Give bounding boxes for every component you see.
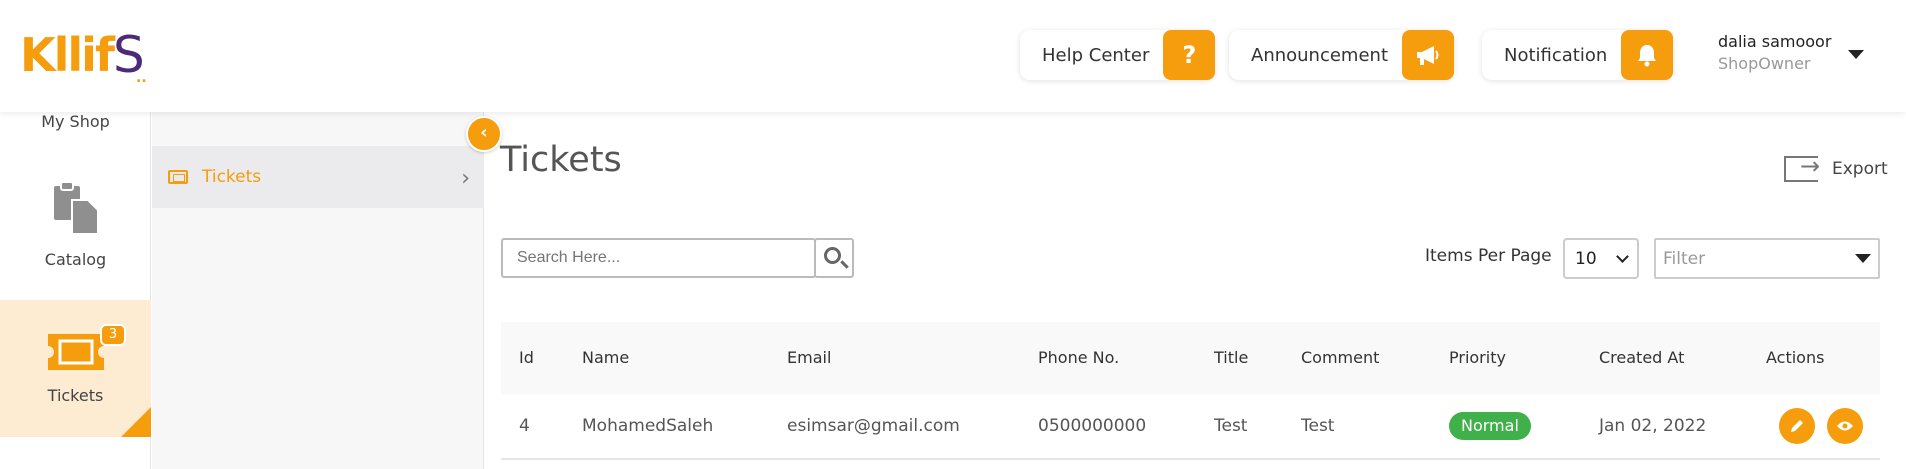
column-header-phone: Phone No. xyxy=(1038,348,1120,367)
subnav-item-tickets[interactable]: Tickets › xyxy=(152,146,484,208)
announcement-label: Announcement xyxy=(1251,44,1389,66)
search-icon-handle xyxy=(840,260,849,269)
ticket-icon xyxy=(168,170,188,184)
caret-down-icon xyxy=(1855,254,1871,263)
active-corner-marker xyxy=(121,407,151,437)
collapse-sidebar-button[interactable]: ‹ xyxy=(466,116,502,152)
cell-email: esimsar@gmail.com xyxy=(787,416,960,436)
cell-comment: Test xyxy=(1301,416,1335,436)
chevron-down-icon xyxy=(1616,249,1629,263)
column-header-id: Id xyxy=(519,348,534,367)
column-header-actions: Actions xyxy=(1766,348,1825,367)
items-per-page-label: Items Per Page xyxy=(1425,246,1552,266)
column-header-created-at: Created At xyxy=(1599,348,1685,367)
table-row[interactable]: 4 MohamedSaleh esimsar@gmail.com 0500000… xyxy=(501,394,1880,460)
help-center-button[interactable]: Help Center ? xyxy=(1020,30,1216,80)
export-button[interactable]: Export xyxy=(1784,152,1888,182)
tickets-count-badge: 3 xyxy=(100,324,126,346)
caret-down-icon[interactable] xyxy=(1848,50,1864,59)
clipboard-copy-icon xyxy=(54,182,99,234)
ticket-icon xyxy=(48,334,104,370)
column-header-name: Name xyxy=(582,348,630,367)
cell-id: 4 xyxy=(519,416,530,436)
notification-button[interactable]: Notification xyxy=(1482,30,1674,80)
filter-placeholder: Filter xyxy=(1663,248,1706,269)
tickets-table: Id Name Email Phone No. Title Comment Pr… xyxy=(501,322,1880,469)
chevron-right-icon: › xyxy=(461,166,470,191)
cell-name: MohamedSaleh xyxy=(582,416,714,436)
cell-created-at: Jan 02, 2022 xyxy=(1599,416,1707,436)
column-header-email: Email xyxy=(787,348,832,367)
left-sidebar: My Shop Catalog Tickets 3 xyxy=(0,112,151,469)
nav-item-tickets[interactable]: Tickets xyxy=(0,300,151,437)
column-header-priority: Priority xyxy=(1449,348,1506,367)
megaphone-icon xyxy=(1402,30,1455,80)
user-role: ShopOwner xyxy=(1718,54,1811,73)
pencil-icon xyxy=(1791,420,1803,432)
column-header-comment: Comment xyxy=(1301,348,1380,367)
page-title: Tickets xyxy=(500,140,622,180)
edit-button[interactable] xyxy=(1779,408,1815,444)
search-input[interactable] xyxy=(501,238,816,278)
user-name: dalia samooor xyxy=(1718,32,1832,51)
view-button[interactable] xyxy=(1827,408,1863,444)
nav-label-tickets: Tickets xyxy=(47,386,104,405)
user-menu[interactable]: dalia samooor ShopOwner xyxy=(1718,32,1831,73)
help-center-label: Help Center xyxy=(1042,44,1150,66)
items-per-page-value: 10 xyxy=(1575,248,1597,269)
nav-item-my-shop[interactable]: My Shop xyxy=(0,112,151,131)
brand-logo[interactable]: Kllif S .. xyxy=(20,28,147,86)
search-icon xyxy=(824,247,841,264)
export-label: Export xyxy=(1832,159,1888,179)
top-header: Kllif S .. Help Center ? Announcement Not… xyxy=(0,0,1906,112)
eye-icon xyxy=(1837,421,1853,431)
cell-phone: 0500000000 xyxy=(1038,416,1147,436)
logo-text: Kllif xyxy=(20,28,115,82)
export-icon xyxy=(1784,152,1820,182)
announcement-button[interactable]: Announcement xyxy=(1229,30,1455,80)
notification-label: Notification xyxy=(1504,44,1608,66)
items-per-page-select[interactable]: 10 xyxy=(1563,238,1639,279)
logo-dots: .. xyxy=(136,70,147,86)
filter-select[interactable]: Filter xyxy=(1654,238,1880,279)
subnav-label-tickets: Tickets xyxy=(202,167,262,187)
table-header: Id Name Email Phone No. Title Comment Pr… xyxy=(501,322,1880,394)
bell-icon xyxy=(1621,30,1674,80)
sub-sidebar: Tickets › xyxy=(152,112,484,469)
nav-item-catalog[interactable]: Catalog xyxy=(0,182,151,292)
nav-label-catalog: Catalog xyxy=(44,250,107,269)
cell-title: Test xyxy=(1214,416,1248,436)
priority-badge: Normal xyxy=(1449,412,1531,440)
column-header-title: Title xyxy=(1214,348,1249,367)
question-mark-icon: ? xyxy=(1163,30,1216,80)
search-button[interactable] xyxy=(814,238,854,278)
